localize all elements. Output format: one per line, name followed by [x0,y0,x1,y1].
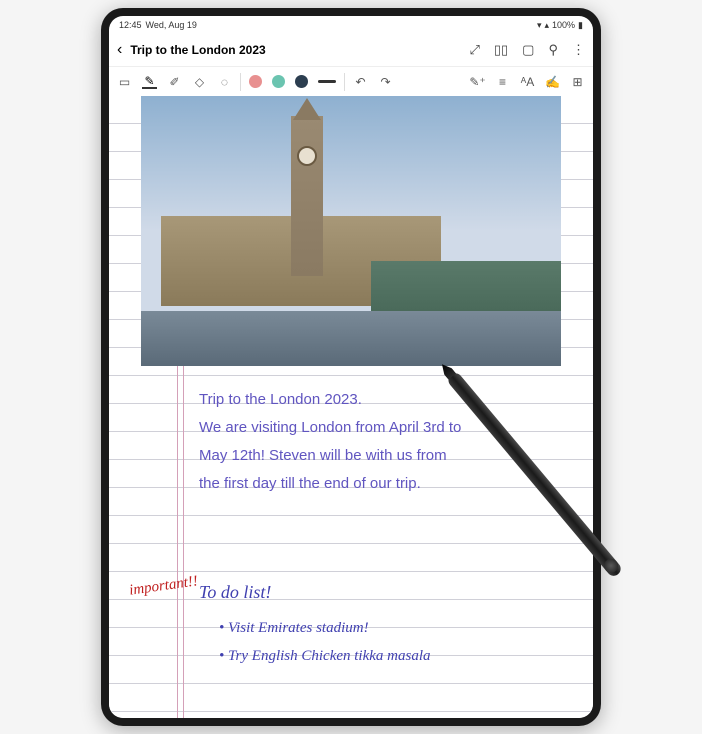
list-item: • Visit Emirates stadium! [219,614,431,642]
signal-icon: ▴ [544,20,549,31]
toolbar-divider [344,73,345,91]
back-button[interactable]: ‹ [117,41,122,59]
menu-icon[interactable]: ⋮ [572,42,585,58]
bookmark-icon[interactable]: ▢ [522,42,534,58]
eraser-tool-icon[interactable]: ◇ [192,74,207,89]
lasso-tool-icon[interactable]: ◌ [217,74,232,89]
redo-icon[interactable]: ↷ [378,74,393,89]
inserted-photo[interactable] [141,96,561,366]
color-dark[interactable] [295,75,308,88]
todo-heading[interactable]: To do list! [199,582,271,603]
screen: 12:45 Wed, Aug 19 ▾ ▴ 100% ▮ ‹ Trip to t… [109,16,593,718]
note-title: Trip to the London 2023 [130,43,461,57]
wifi-icon: ▾ [537,20,542,31]
battery-text: 100% [552,20,575,30]
align-icon[interactable]: ≡ [495,74,510,89]
battery-icon: ▮ [578,20,583,31]
reader-icon[interactable]: ▯▯ [494,42,508,58]
title-bar: ‹ Trip to the London 2023 ⤢ ▯▯ ▢ ⚲ ⋮ [109,34,593,66]
status-date: Wed, Aug 19 [146,20,197,30]
text-line: Trip to the London 2023. [199,386,563,414]
undo-icon[interactable]: ↶ [353,74,368,89]
status-time: 12:45 [119,20,142,30]
toolbar-divider [240,73,241,91]
tablet-device: 12:45 Wed, Aug 19 ▾ ▴ 100% ▮ ‹ Trip to t… [101,8,601,726]
attach-icon[interactable]: ⚲ [548,42,558,58]
text-tool-icon[interactable]: ▭ [117,74,132,89]
color-teal[interactable] [272,75,285,88]
highlighter-tool-icon[interactable]: ✐ [167,74,182,89]
pen-settings-icon[interactable]: ✎⁺ [470,74,485,89]
status-bar: 12:45 Wed, Aug 19 ▾ ▴ 100% ▮ [109,16,593,34]
color-pink[interactable] [249,75,262,88]
zoom-icon[interactable]: ⊞ [570,74,585,89]
handwriting-icon[interactable]: ✍ [545,74,560,89]
todo-list[interactable]: • Visit Emirates stadium! • Try English … [219,614,431,670]
stroke-width[interactable] [318,80,336,83]
expand-icon[interactable]: ⤢ [469,42,479,58]
pen-tool-icon[interactable]: ✎ [142,74,157,89]
list-item: • Try English Chicken tikka masala [219,642,431,670]
text-style-icon[interactable]: ᴬA [520,74,535,89]
text-line: the first day till the end of our trip. [199,470,563,498]
toolbar: ▭ ✎ ✐ ◇ ◌ ↶ ↷ ✎⁺ ≡ ᴬA ✍ [109,66,593,96]
note-canvas[interactable]: Trip to the London 2023. We are visiting… [109,96,593,718]
